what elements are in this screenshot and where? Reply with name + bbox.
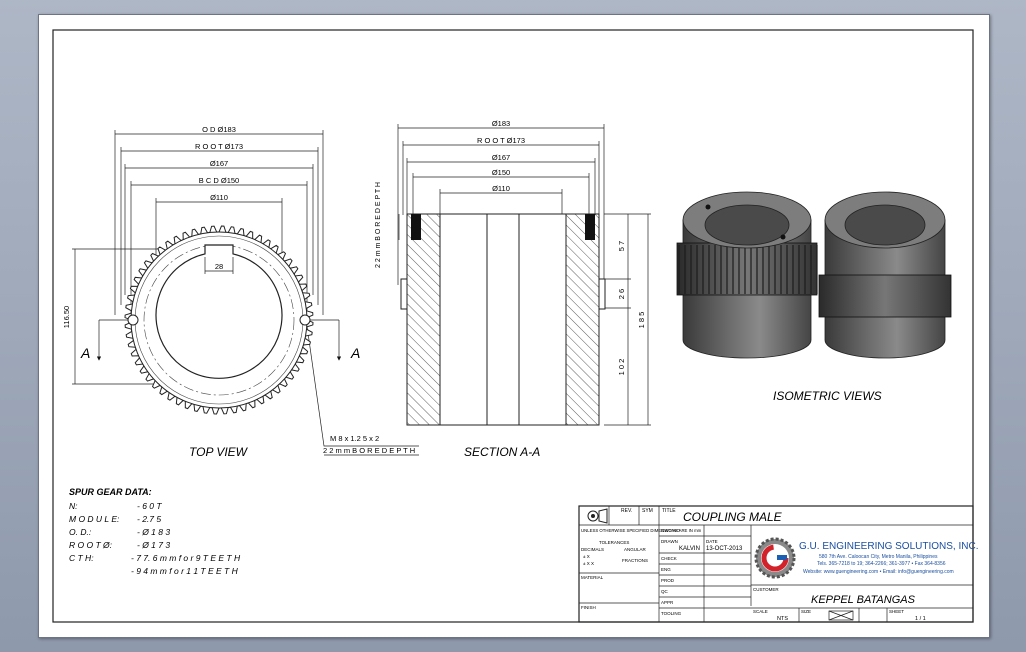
sec-bored-label: 2 2 m m B O R E D E P T H: [375, 182, 382, 268]
sec-dim-26: 2 6: [617, 289, 626, 299]
keyway-dim: 28: [215, 262, 223, 271]
gear-value-od: - Ø 1 8 3: [137, 527, 170, 537]
gear-value-n: - 6 0 T: [137, 501, 162, 511]
section-view-title: SECTION A-A: [464, 445, 540, 459]
dim-root: R O O T Ø173: [195, 142, 243, 151]
prod-label: PROD: [661, 578, 675, 583]
section-wall-right: [565, 213, 600, 426]
company-address: 580 7th Ave. Caloocan City, Metro Manila…: [819, 554, 938, 560]
gear-data-table: SPUR GEAR DATA: N: - 6 0 T M O D U L E: …: [69, 487, 241, 576]
drawing-sheet: O D Ø183 R O O T Ø173 Ø167 B C D Ø150 Ø1…: [38, 14, 990, 638]
company-web: Website: www.guengineering.com • Email: …: [803, 569, 954, 575]
sec-dim-57: 5 7: [617, 241, 626, 251]
sec-dim-102: 1 0 2: [617, 359, 626, 376]
appr-label: APPR: [661, 600, 674, 605]
top-view-title: TOP VIEW: [189, 445, 249, 459]
section-bore: [439, 213, 567, 426]
qc-label: QC: [661, 589, 669, 594]
gear-value-cth-9: - 7 7. 6 m m f o r 9 T E E T H: [131, 553, 241, 563]
gear-ring-left: [400, 278, 408, 310]
section-view: Ø183 R O O T Ø173 Ø167 Ø150 Ø110 2 2 m m…: [375, 119, 651, 459]
dim-bcd: B C D Ø150: [199, 176, 239, 185]
title-block: REV. SYM TITLE COUPLING MALE UNLESS OTHE…: [578, 505, 978, 623]
company-phones: Tels. 365-7218 to 19; 364-2266; 361-3977…: [817, 561, 946, 567]
callout-thread: M 8 x 1.2 5 x 2: [330, 434, 379, 443]
gear-label-n: N:: [69, 501, 78, 511]
check-label: CHECK: [661, 556, 677, 561]
company-gear-logo: [754, 537, 796, 579]
company-name: G.U. ENGINEERING SOLUTIONS, INC.: [799, 541, 978, 552]
decimal-2: ± X X: [583, 561, 594, 566]
projection-symbol-icon: [587, 508, 608, 524]
dim-167: Ø167: [210, 159, 228, 168]
part-name: COUPLING MALE: [683, 510, 783, 524]
top-view: O D Ø183 R O O T Ø173 Ø167 B C D Ø150 Ø1…: [62, 125, 419, 459]
tooling-label: TOOLING: [661, 611, 682, 616]
section-mark-left: A: [80, 345, 90, 361]
dwg-no-label: DWG NO: [661, 528, 680, 533]
gear-label-cth: C T H:: [69, 553, 94, 563]
date-label: DATE: [706, 539, 718, 544]
sec-dim-110: Ø110: [492, 184, 510, 193]
sec-dim-185: 1 8 5: [637, 312, 646, 329]
size-box-icon: [828, 610, 854, 621]
scale-value: NTS: [777, 616, 788, 622]
drawn-label: DRAWN: [661, 539, 678, 544]
decimal-1: ± X: [583, 554, 590, 559]
sec-dim-root: R O O T Ø173: [477, 136, 525, 145]
sec-dim-150: Ø150: [492, 168, 510, 177]
scale-label: SCALE: [753, 609, 768, 614]
gear-label-od: O. D.:: [69, 527, 92, 537]
gear-value-module: - 2.7 5: [137, 514, 161, 524]
iso-part-left: [676, 191, 818, 359]
iso-view-title: ISOMETRIC VIEWS: [773, 389, 882, 403]
gear-data-title: SPUR GEAR DATA:: [69, 487, 152, 497]
drawn-date: 13-OCT-2013: [706, 546, 743, 552]
title-label: TITLE: [662, 508, 676, 514]
unless-note: UNLESS OTHERWISE SPECIFIED DIMENSIONS AR…: [581, 528, 702, 533]
gear-label-module: M O D U L E:: [69, 514, 120, 524]
client-name: KEPPEL BATANGAS: [811, 594, 916, 606]
eng-label: ENG: [661, 567, 671, 572]
fractions-label: FRACTIONS: [622, 558, 648, 563]
finish-label: FINISH: [581, 605, 596, 610]
iso-part-right: [818, 191, 952, 359]
angular-label: ANGULAR: [624, 547, 647, 552]
set-screw-hole-right: [299, 314, 311, 326]
set-screw-hole-left: [127, 314, 139, 326]
section-wall-left: [406, 213, 441, 426]
tapped-hole-left: [411, 214, 421, 240]
dim-height: 116.50: [62, 306, 71, 328]
sec-dim-od: Ø183: [492, 119, 510, 128]
gear-value-root: - Ø 1 7 3: [137, 540, 170, 550]
gear-label-root: R O O T Ø:: [69, 540, 113, 550]
drawing-canvas: O D Ø183 R O O T Ø173 Ø167 B C D Ø150 Ø1…: [52, 29, 978, 623]
sheet-label: SHEET: [889, 609, 904, 614]
section-mark-right: A: [350, 345, 360, 361]
tolerances-label: TOLERANCES: [599, 540, 629, 545]
callout-bore-depth: 2 2 m m B O R E D E P T H: [323, 446, 415, 455]
rev-label: REV.: [621, 508, 632, 514]
decimals-label: DECIMALS: [581, 547, 604, 552]
sec-dim-167: Ø167: [492, 153, 510, 162]
gear-ring-right: [598, 278, 606, 310]
gear-value-cth-11: - 9 4 m m f o r 1 1 T E E T H: [131, 566, 239, 576]
sym-label: SYM: [642, 508, 653, 514]
dim-od: O D Ø183: [202, 125, 236, 134]
tapped-hole-right: [585, 214, 595, 240]
size-label: SIZE: [801, 609, 811, 614]
dim-bore: Ø110: [210, 193, 228, 202]
material-label: MATERIAL: [581, 575, 604, 580]
isometric-views: ISOMETRIC VIEWS: [676, 191, 952, 403]
sheet-value: 1 / 1: [915, 616, 926, 622]
drawn-by: KALVIN: [679, 546, 700, 552]
customer-label: CUSTOMER: [753, 587, 779, 592]
